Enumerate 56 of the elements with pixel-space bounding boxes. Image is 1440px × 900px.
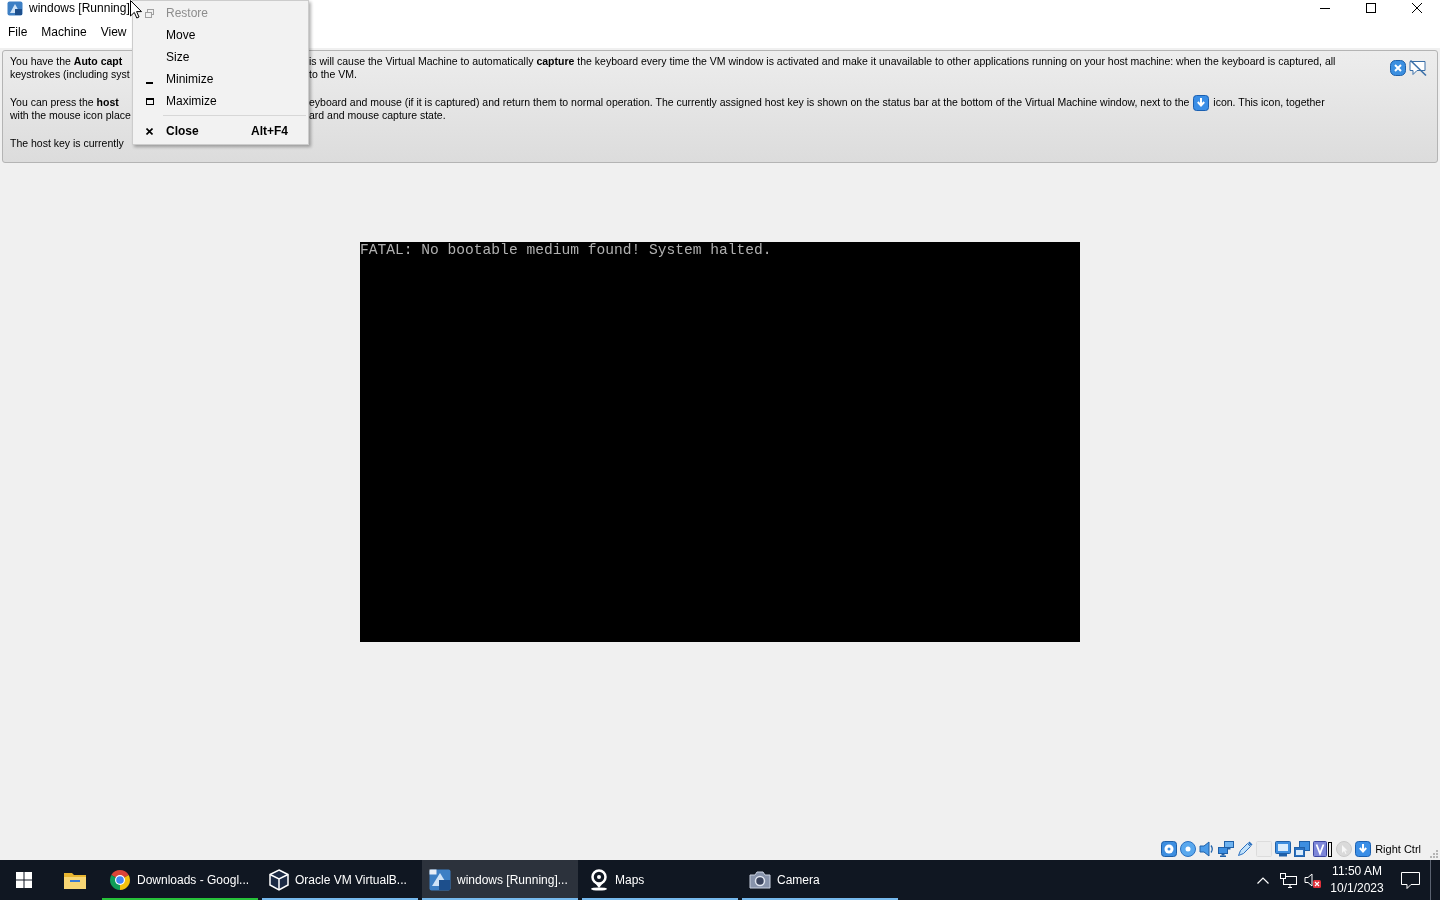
minimize-icon — [146, 82, 153, 84]
host-key-label: Right Ctrl — [1375, 843, 1421, 855]
menu-item[interactable]: View — [93, 23, 134, 41]
notice-text: ard and mouse capture state. — [309, 109, 446, 122]
v-chip-icon[interactable] — [1313, 841, 1334, 857]
notice-text: eyboard and mouse (if it is captured) and return them to normal operation. The currently assigned host key is shown on the status bar at the bottom of the Virtual Machine window, next to the — [309, 96, 1190, 109]
notice-text: icon. This icon, together — [1213, 96, 1325, 109]
taskbar-button[interactable]: Maps — [582, 860, 738, 900]
monitor-icon[interactable] — [1275, 841, 1292, 857]
taskbar-button[interactable]: Downloads - Googl... — [102, 860, 258, 900]
speech-bubble-icon — [1400, 871, 1420, 889]
restore-icon — [145, 8, 154, 18]
app-tile-icon — [7, 0, 23, 16]
two-monitors-icon[interactable] — [1218, 841, 1235, 857]
menu-item[interactable]: Maximize — [133, 90, 308, 112]
chevron-up-icon — [1257, 876, 1269, 884]
tricolor-circle-icon — [109, 869, 131, 891]
notice-text: is will cause the Virtual Machine to automatically capture the keyboard every time the VM window is activated and make it unavailable to other applications running on your host machine: when the keyboard is captured, all — [309, 55, 1336, 68]
notice-text: to the VM. — [309, 68, 357, 81]
menu-item[interactable]: Move — [133, 24, 308, 46]
taskbar-button[interactable]: Oracle VM VirtualB... — [262, 860, 418, 900]
camera-icon — [749, 871, 771, 889]
taskbar-button[interactable]: windows [Running]... — [422, 860, 578, 900]
disc-icon[interactable] — [1180, 841, 1197, 857]
menu-item[interactable]: Machine — [34, 23, 94, 41]
notice-text: with the mouse icon place — [10, 109, 131, 121]
notice-text: You can press the host — [10, 96, 119, 108]
map-pin-icon — [589, 869, 609, 891]
maximize-icon — [145, 97, 154, 105]
minimize-icon — [1320, 7, 1330, 9]
resize-grip-icon[interactable] — [1430, 850, 1438, 858]
crossed-bubble-icon[interactable] — [1409, 60, 1427, 76]
folder-icon — [64, 871, 86, 889]
windows-logo-icon — [16, 872, 32, 888]
menu-item[interactable]: Minimize — [133, 68, 308, 90]
close-icon[interactable] — [1390, 60, 1406, 76]
network-icon — [1279, 872, 1297, 888]
app-tile-icon — [429, 869, 451, 891]
speaker-muted-icon — [1303, 872, 1321, 888]
pencil-icon[interactable] — [1237, 841, 1254, 857]
cube-icon — [269, 869, 289, 891]
close-icon — [146, 127, 153, 135]
window-title: windows [Running] — [29, 1, 130, 15]
close-icon — [1412, 3, 1422, 13]
console-text: FATAL: No bootable medium found! System halted. — [360, 242, 772, 258]
stacked-windows-icon[interactable] — [1294, 841, 1311, 857]
notice-text: keystrokes (including syst — [10, 68, 130, 80]
notice-text: The host key is currently — [10, 137, 124, 149]
speaker-icon[interactable] — [1199, 841, 1216, 857]
menu-item[interactable]: Size — [133, 46, 308, 68]
maximize-icon — [1366, 3, 1376, 13]
clock-button[interactable]: 11:50 AM 10/1/2023 — [1324, 860, 1390, 900]
menu-item[interactable]: Close Alt+F4 — [133, 120, 308, 142]
taskbar-button[interactable]: Camera — [742, 860, 898, 900]
menu-item[interactable]: File — [1, 23, 35, 41]
notice-text: You have the Auto capt — [10, 55, 123, 67]
